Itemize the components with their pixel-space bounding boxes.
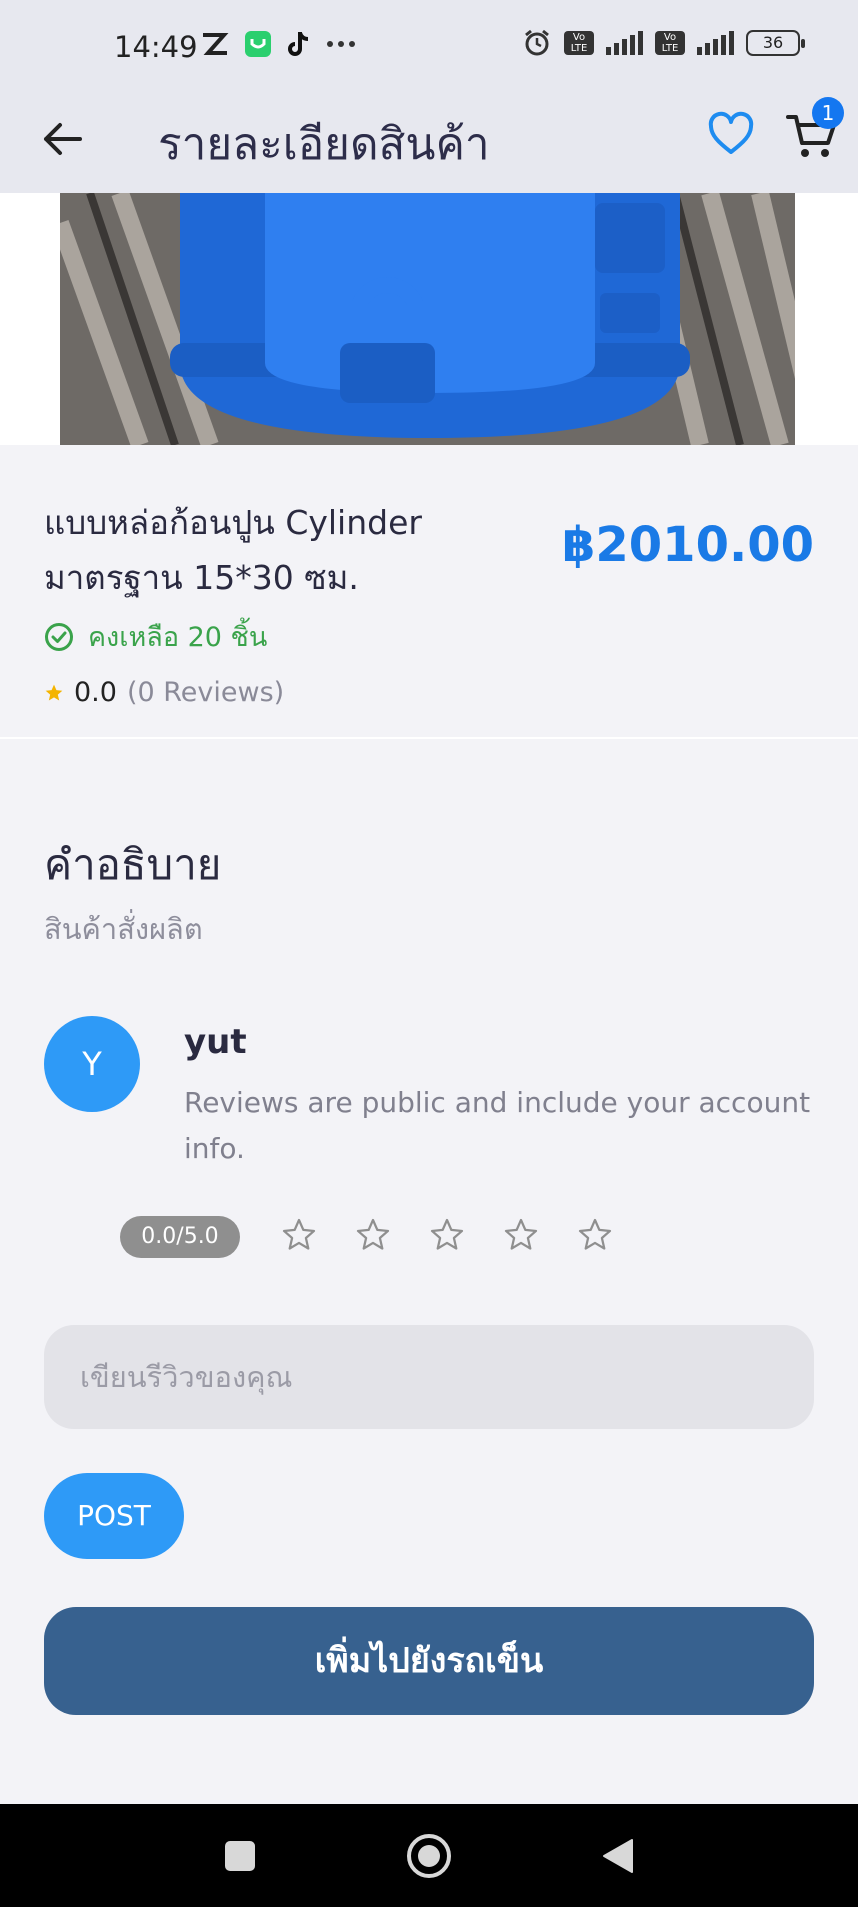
star-outline-icon xyxy=(578,1218,612,1250)
arrow-left-icon xyxy=(44,123,82,155)
stock-text: คงเหลือ 20 ชิ้น xyxy=(88,622,268,653)
avatar: Y xyxy=(44,1016,140,1112)
check-circle-icon xyxy=(45,622,73,651)
description-heading: คำอธิบาย xyxy=(44,840,222,889)
score-badge: 0.0/5.0 xyxy=(120,1216,240,1258)
product-photo-image xyxy=(60,193,795,445)
product-photo[interactable] xyxy=(60,193,795,445)
volte-icon: Vo LTE xyxy=(564,31,594,55)
rating-value: 0.0 xyxy=(74,677,117,708)
home-button[interactable] xyxy=(403,1830,455,1882)
status-bar: 14:49 Vo LTE Vo LTE 36 xyxy=(0,0,858,95)
back-button[interactable] xyxy=(36,113,88,165)
product-image-area xyxy=(0,193,858,445)
product-detail-screen: 14:49 Vo LTE Vo LTE 36 รายละเอียดสินค้า 1 xyxy=(0,0,858,1907)
app-bar: รายละเอียดสินค้า 1 xyxy=(0,95,858,193)
star-4-button[interactable] xyxy=(496,1210,546,1260)
post-button[interactable]: POST xyxy=(44,1473,184,1559)
shop-app-icon xyxy=(245,31,271,57)
square-icon xyxy=(225,1841,255,1871)
star-outline-icon xyxy=(430,1218,464,1250)
description-text: สินค้าสั่งผลิต xyxy=(44,912,203,946)
tiktok-icon xyxy=(288,32,309,56)
heart-icon xyxy=(708,111,754,154)
favorite-button[interactable] xyxy=(706,109,756,159)
reviewer-name: yut xyxy=(184,1022,247,1062)
page-title: รายละเอียดสินค้า xyxy=(158,119,490,170)
status-time: 14:49 xyxy=(114,30,198,64)
review-notice: Reviews are public and include your acco… xyxy=(184,1086,811,1165)
battery-icon: 36 xyxy=(746,30,805,56)
star-rating-input[interactable] xyxy=(274,1210,620,1260)
signal-icon xyxy=(606,31,643,55)
home-circle-icon xyxy=(407,1834,451,1878)
add-to-cart-button[interactable]: เพิ่มไปยังรถเข็น xyxy=(44,1607,814,1715)
star-1-button[interactable] xyxy=(274,1210,324,1260)
star-2-button[interactable] xyxy=(348,1210,398,1260)
star-outline-icon xyxy=(356,1218,390,1250)
rating-summary: 0.0 (0 Reviews) xyxy=(44,677,284,708)
product-price: ฿2010.00 xyxy=(561,517,814,573)
product-name: แบบหล่อก้อนปูน Cylinder มาตรฐาน 15*30 ซม… xyxy=(44,503,422,597)
recent-apps-button[interactable] xyxy=(214,1830,266,1882)
product-info: แบบหล่อก้อนปูน Cylinder มาตรฐาน 15*30 ซม… xyxy=(0,445,858,739)
star-filled-icon xyxy=(45,684,63,700)
star-5-button[interactable] xyxy=(570,1210,620,1260)
triangle-back-icon xyxy=(603,1839,633,1873)
system-nav-bar xyxy=(0,1804,858,1907)
star-3-button[interactable] xyxy=(422,1210,472,1260)
notification-app-icon xyxy=(203,33,229,55)
notification-icons xyxy=(200,30,356,58)
system-status-icons: Vo LTE Vo LTE 36 xyxy=(522,28,805,58)
star-outline-icon xyxy=(282,1218,316,1250)
more-icon xyxy=(327,41,355,47)
star-outline-icon xyxy=(504,1218,538,1250)
review-input[interactable] xyxy=(44,1325,814,1429)
signal-icon-2 xyxy=(697,31,734,55)
rating-count: (0 Reviews) xyxy=(126,677,285,708)
cart-count-badge: 1 xyxy=(812,97,844,129)
volte-icon-2: Vo LTE xyxy=(655,31,685,55)
back-nav-button[interactable] xyxy=(592,1830,644,1882)
alarm-icon xyxy=(525,29,549,56)
stock-status: คงเหลือ 20 ชิ้น xyxy=(44,615,267,658)
